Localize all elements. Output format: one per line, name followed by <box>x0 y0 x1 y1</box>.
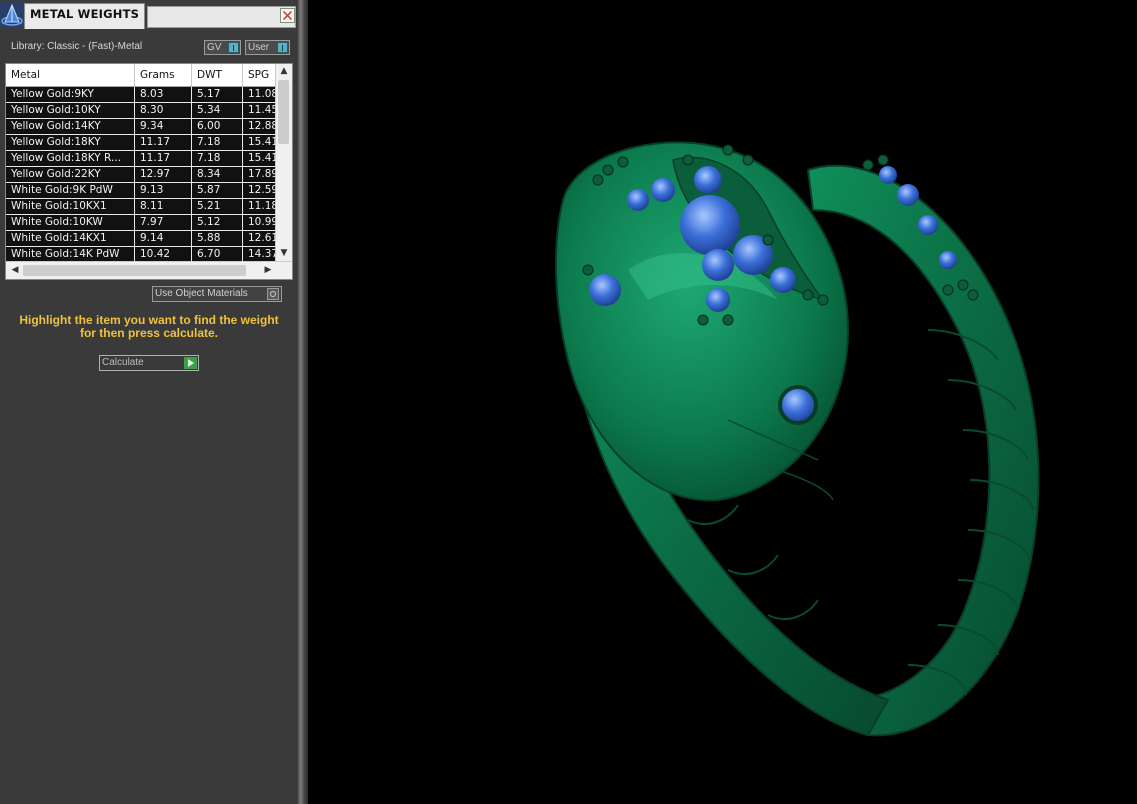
table-row[interactable]: Yellow Gold:18KY R... 11.17 7.18 15.41 <box>6 151 276 167</box>
table-row[interactable]: Yellow Gold:9KY 8.03 5.17 11.08 <box>6 87 276 103</box>
table-body: Yellow Gold:9KY 8.03 5.17 11.08 Yellow G… <box>6 87 276 262</box>
toggle-knob-icon <box>228 42 239 53</box>
table-row[interactable]: White Gold:10KX1 8.11 5.21 11.18 <box>6 199 276 215</box>
grams-cell: 10.42 <box>135 247 192 262</box>
table-row[interactable]: Yellow Gold:22KY 12.97 8.34 17.89 <box>6 167 276 183</box>
spg-cell: 14.37 <box>248 248 276 260</box>
panel-titlebar: METAL WEIGHTS <box>0 0 298 30</box>
calculate-button[interactable]: Calculate <box>99 355 199 371</box>
library-label: Library: Classic - (Fast)-Metal <box>11 41 143 52</box>
scroll-left-arrow-icon[interactable]: ◀ <box>7 265 23 275</box>
table-horizontal-scrollbar[interactable]: ◀ ▶ <box>6 261 292 279</box>
table-header: Metal Grams DWT SPG <box>6 64 276 87</box>
grams-cell: 8.11 <box>135 199 192 214</box>
spg-cell: 11.08 <box>248 88 276 100</box>
grams-cell: 8.03 <box>135 87 192 102</box>
table-row[interactable]: Yellow Gold:18KY 11.17 7.18 15.41 <box>6 135 276 151</box>
metal-cell: White Gold:14KX1 <box>6 231 135 246</box>
dwt-cell: 6.00 <box>192 119 243 134</box>
table-vertical-scrollbar[interactable]: ▲ ▼ <box>275 64 292 262</box>
title-tab: METAL WEIGHTS <box>24 3 145 29</box>
close-button[interactable] <box>280 8 295 23</box>
metal-cell: Yellow Gold:14KY <box>6 119 135 134</box>
instruction-line-2: for then press calculate. <box>79 326 219 340</box>
grams-cell: 11.17 <box>135 135 192 150</box>
dwt-cell: 5.88 <box>192 231 243 246</box>
scroll-down-arrow-icon[interactable]: ▼ <box>276 248 292 258</box>
ring-render <box>555 141 1040 737</box>
dwt-cell: 5.34 <box>192 103 243 118</box>
metal-cell: Yellow Gold:22KY <box>6 167 135 182</box>
metal-cell: White Gold:10KX1 <box>6 199 135 214</box>
table-row[interactable]: White Gold:14K PdW 10.42 6.70 14.37 <box>6 247 276 262</box>
spg-cell: 12.59 <box>248 184 276 196</box>
dwt-cell: 5.12 <box>192 215 243 230</box>
grams-cell: 9.14 <box>135 231 192 246</box>
spg-cell: 17.89 <box>248 168 276 180</box>
spg-cell: 12.88 <box>248 120 276 132</box>
dwt-cell: 5.87 <box>192 183 243 198</box>
play-arrow-icon <box>184 357 197 369</box>
use-object-materials-toggle[interactable]: Use Object Materials <box>152 286 282 302</box>
dwt-cell: 5.21 <box>192 199 243 214</box>
metal-weights-panel: METAL WEIGHTS Library: Classic - (Fast)-… <box>0 0 298 804</box>
toggle-knob-icon <box>277 42 288 53</box>
dwt-cell: 6.70 <box>192 247 243 262</box>
title-strip <box>147 6 296 28</box>
metal-cell: Yellow Gold:18KY <box>6 135 135 150</box>
metal-cell: White Gold:14K PdW <box>6 247 135 262</box>
user-toggle-label: User <box>248 42 270 53</box>
dwt-cell: 7.18 <box>192 135 243 150</box>
table-row[interactable]: Yellow Gold:10KY 8.30 5.34 11.45 <box>6 103 276 119</box>
app-logo-icon <box>0 2 24 28</box>
grams-cell: 9.34 <box>135 119 192 134</box>
grams-cell: 11.17 <box>135 151 192 166</box>
table-row[interactable]: White Gold:14KX1 9.14 5.88 12.61 <box>6 231 276 247</box>
user-toggle[interactable]: User <box>245 40 290 55</box>
metal-cell: Yellow Gold:9KY <box>6 87 135 102</box>
dwt-cell: 5.17 <box>192 87 243 102</box>
calculate-label: Calculate <box>102 357 144 368</box>
column-header-metal[interactable]: Metal <box>6 64 135 86</box>
spg-cell: 10.99 <box>248 216 276 228</box>
grams-cell: 8.30 <box>135 103 192 118</box>
instruction-text: Highlight the item you want to find the … <box>0 314 298 340</box>
column-header-dwt[interactable]: DWT <box>192 64 243 86</box>
spg-cell: 11.18 <box>248 200 276 212</box>
grams-cell: 12.97 <box>135 167 192 182</box>
metal-cell: White Gold:9K PdW <box>6 183 135 198</box>
grams-cell: 7.97 <box>135 215 192 230</box>
horizontal-scroll-thumb[interactable] <box>23 265 246 276</box>
table-row[interactable]: Yellow Gold:14KY 9.34 6.00 12.88 <box>6 119 276 135</box>
metal-cell: Yellow Gold:10KY <box>6 103 135 118</box>
dwt-cell: 7.18 <box>192 151 243 166</box>
3d-viewport[interactable] <box>308 0 1137 804</box>
gv-toggle-label: GV <box>207 42 222 53</box>
scroll-right-arrow-icon[interactable]: ▶ <box>260 265 276 275</box>
table-row[interactable]: White Gold:10KW 7.97 5.12 10.99 <box>6 215 276 231</box>
dwt-cell: 8.34 <box>192 167 243 182</box>
spg-cell: 15.41 <box>248 136 276 148</box>
spg-cell: 15.41 <box>248 152 276 164</box>
grams-cell: 9.13 <box>135 183 192 198</box>
metal-cell: Yellow Gold:18KY R... <box>6 151 135 166</box>
vertical-scroll-thumb[interactable] <box>278 80 289 144</box>
gv-toggle[interactable]: GV <box>204 40 241 55</box>
metal-weights-table: Metal Grams DWT SPG Yellow Gold:9KY 8.03… <box>5 63 293 280</box>
scroll-up-arrow-icon[interactable]: ▲ <box>276 66 292 76</box>
radio-icon <box>267 288 279 300</box>
spg-cell: 12.61 <box>248 232 276 244</box>
close-x-icon <box>282 10 293 21</box>
spg-cell: 11.45 <box>248 104 276 116</box>
column-header-grams[interactable]: Grams <box>135 64 192 86</box>
panel-title: METAL WEIGHTS <box>30 7 140 21</box>
metal-cell: White Gold:10KW <box>6 215 135 230</box>
table-row[interactable]: White Gold:9K PdW 9.13 5.87 12.59 <box>6 183 276 199</box>
panel-splitter[interactable] <box>298 0 308 804</box>
use-object-materials-label: Use Object Materials <box>155 288 248 299</box>
